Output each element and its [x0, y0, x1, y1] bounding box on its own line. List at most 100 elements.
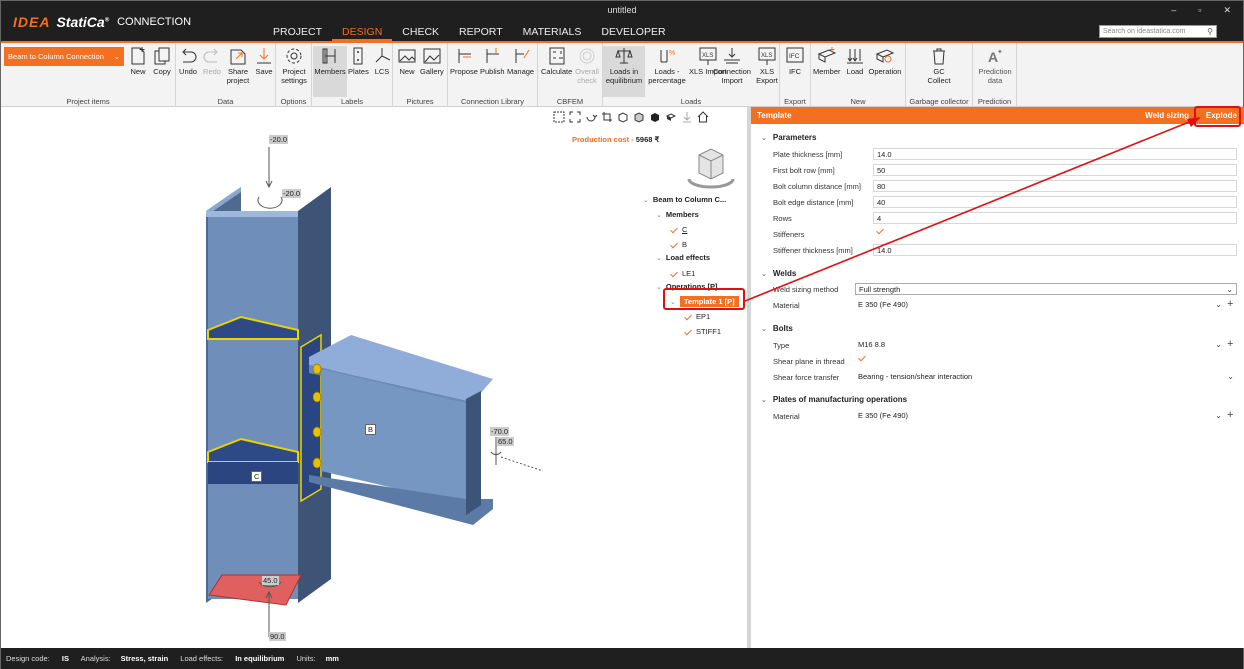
- section-plates[interactable]: ⌄ Plates of manufacturing operations: [761, 395, 907, 404]
- shear-plane-checkbox[interactable]: [855, 354, 1225, 366]
- redo-button[interactable]: Redo: [202, 46, 222, 76]
- app-logo: IDEA StatiCa® CONNECTION: [13, 13, 191, 31]
- tab-developer[interactable]: DEVELOPER: [591, 24, 675, 41]
- gear-icon: [286, 48, 302, 64]
- new-member-button[interactable]: Member: [813, 46, 841, 76]
- new-item-button[interactable]: New: [128, 46, 148, 76]
- new-operation-button[interactable]: Operation: [867, 46, 903, 76]
- plates-label-button[interactable]: Plates: [348, 46, 369, 76]
- status-units: Units: mm: [296, 654, 339, 663]
- chevron-down-icon: ⌄: [656, 211, 662, 219]
- undo-icon: [182, 48, 197, 63]
- title-bar: IDEA StatiCa® CONNECTION untitled PROJEC…: [1, 1, 1243, 41]
- tab-materials[interactable]: MATERIALS: [513, 24, 592, 41]
- project-settings-button[interactable]: Project settings: [280, 46, 308, 85]
- column-flange-face: [206, 211, 298, 217]
- panel-header: Template Weld sizing Explode: [751, 107, 1244, 124]
- stiffeners-checkbox[interactable]: [873, 227, 1237, 239]
- load-label: -20.0: [282, 189, 302, 198]
- chevron-down-icon: ⌄: [1215, 411, 1222, 420]
- tree-root[interactable]: ⌄ Beam to Column C...: [643, 195, 726, 204]
- tab-design[interactable]: DESIGN: [332, 24, 393, 41]
- copy-item-button[interactable]: Copy: [152, 46, 172, 76]
- lcs-axes-icon: [375, 48, 391, 63]
- shear-force-transfer-select[interactable]: Bearing - tension/shear interaction ⌄: [855, 371, 1237, 383]
- 3d-viewport[interactable]: Production cost - 5968 ₹ -20.0 -20.0 -70…: [1, 107, 747, 648]
- tree-ep1[interactable]: EP1: [684, 312, 710, 321]
- project-item-dropdown[interactable]: Beam to Column Connection ⌄: [4, 47, 124, 66]
- add-plate-material-button[interactable]: +: [1227, 410, 1233, 421]
- first-bolt-row-field[interactable]: 50: [873, 164, 1237, 176]
- plates-material-select[interactable]: E 350 (Fe 490) ⌄: [855, 410, 1225, 422]
- tab-report[interactable]: REPORT: [449, 24, 513, 41]
- tree-member-c[interactable]: C: [670, 225, 687, 234]
- gallery-button[interactable]: Gallery: [420, 46, 444, 76]
- group-options: Project settings Options: [276, 43, 312, 107]
- minimize-button[interactable]: –: [1171, 5, 1176, 16]
- loads-in-equilibrium-button[interactable]: Loads in equilibrium: [603, 46, 645, 97]
- section-parameters[interactable]: ⌄ Parameters: [761, 133, 816, 142]
- check-icon[interactable]: [670, 226, 678, 234]
- check-icon[interactable]: [670, 241, 678, 249]
- save-icon: [257, 48, 271, 64]
- tab-check[interactable]: CHECK: [392, 24, 449, 41]
- stiffener-thickness-field[interactable]: 14.0: [873, 244, 1237, 256]
- overall-check-button[interactable]: Overall check: [573, 46, 601, 85]
- check-icon[interactable]: [670, 270, 678, 278]
- add-weld-material-button[interactable]: +: [1227, 299, 1233, 310]
- connection-import-button[interactable]: Connection Import: [713, 46, 751, 85]
- operation-icon: [875, 49, 895, 63]
- plate-thickness-field[interactable]: 14.0: [873, 148, 1237, 160]
- load-label: 90.0: [269, 632, 286, 641]
- plate-thickness-label: Plate thickness [mm]: [773, 150, 843, 159]
- weld-sizing-button[interactable]: Weld sizing: [1145, 111, 1189, 120]
- search-input[interactable]: Search on ideastatica.com ⚲: [1099, 25, 1217, 38]
- loads-percentage-button[interactable]: % Loads - percentage: [647, 46, 687, 85]
- rows-field[interactable]: 4: [873, 212, 1237, 224]
- lcs-button[interactable]: LCS: [372, 46, 392, 76]
- save-button[interactable]: Save: [254, 46, 274, 76]
- shear-plane-label: Shear plane in thread: [773, 357, 845, 366]
- calculate-button[interactable]: Calculate: [541, 46, 572, 76]
- manage-button[interactable]: Manage: [507, 46, 534, 76]
- gc-collect-button[interactable]: GC Collect: [924, 46, 954, 85]
- member-icon: [817, 47, 836, 63]
- tree-member-b[interactable]: B: [670, 240, 687, 249]
- add-bolt-type-button[interactable]: +: [1227, 339, 1233, 350]
- check-icon[interactable]: [684, 328, 692, 336]
- bolt-column-distance-field[interactable]: 80: [873, 180, 1237, 192]
- tab-project[interactable]: PROJECT: [263, 24, 332, 41]
- tree-members[interactable]: ⌄ Members: [656, 210, 699, 219]
- status-analysis: Analysis: Stress, strain: [80, 654, 169, 663]
- xls-export-button[interactable]: XLS XLS Export: [755, 46, 779, 85]
- publish-button[interactable]: Publish: [480, 46, 505, 76]
- bolt-type-select[interactable]: M16 8.8 ⌄: [855, 339, 1225, 351]
- propose-button[interactable]: Propose: [450, 46, 478, 76]
- weld-material-select[interactable]: E 350 (Fe 490) ⌄: [855, 299, 1225, 311]
- loads-percentage-icon: %: [660, 50, 675, 63]
- ifc-export-button[interactable]: IFC IFC: [785, 46, 805, 76]
- group-label-loads: Loads: [680, 97, 702, 106]
- close-button[interactable]: ✕: [1223, 5, 1231, 16]
- picture-new-button[interactable]: New: [397, 46, 417, 76]
- check-icon[interactable]: [684, 313, 692, 321]
- members-label-button[interactable]: Members: [313, 46, 347, 97]
- restore-button[interactable]: ▫: [1198, 5, 1201, 16]
- share-icon: [230, 49, 246, 65]
- bolt-edge-distance-field[interactable]: 40: [873, 196, 1237, 208]
- section-welds[interactable]: ⌄ Welds: [761, 269, 796, 278]
- undo-button[interactable]: Undo: [178, 46, 198, 76]
- weld-sizing-method-select[interactable]: Full strength ⌄: [855, 283, 1237, 295]
- new-load-button[interactable]: Load: [845, 46, 865, 76]
- section-bolts[interactable]: ⌄ Bolts: [761, 324, 793, 333]
- beam-end-face: [466, 391, 481, 515]
- tree-load-effects[interactable]: ⌄ Load effects: [656, 253, 710, 262]
- weld-material-label: Material: [773, 301, 800, 310]
- tree-le1[interactable]: LE1: [670, 269, 695, 278]
- connection-model[interactable]: [1, 107, 747, 648]
- prediction-data-button[interactable]: A ✦ Prediction data: [975, 46, 1015, 85]
- view-cube[interactable]: [685, 145, 737, 189]
- tree-stiff1[interactable]: STIFF1: [684, 327, 721, 336]
- chevron-down-icon: ⌄: [656, 283, 662, 291]
- share-project-button[interactable]: Share project: [226, 46, 250, 85]
